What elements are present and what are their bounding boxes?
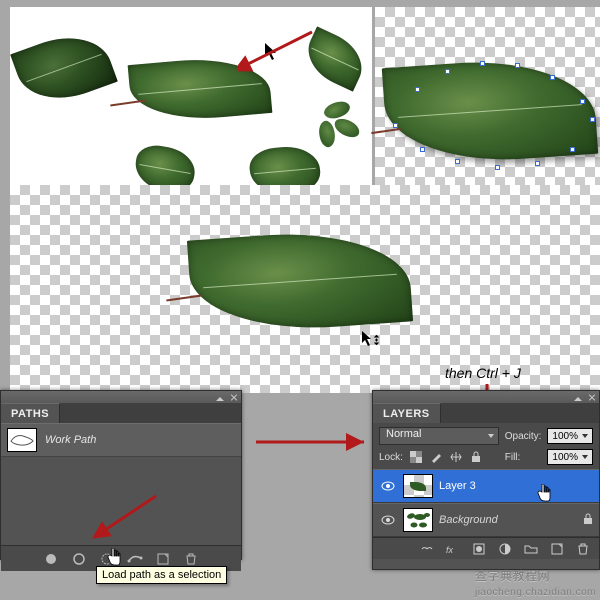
delete-layer-icon[interactable] [575,541,591,557]
leaf-image [299,26,372,91]
path-thumbnail [7,428,37,452]
pen-path-canvas [375,7,600,197]
layers-panнш: fx [373,537,599,559]
path-anchor[interactable] [455,159,460,164]
link-layers-icon[interactable] [419,541,435,557]
adjustment-icon[interactable] [497,541,513,557]
panel-titlebar [1,391,241,403]
path-anchor[interactable] [415,87,420,92]
path-anchor[interactable] [445,69,450,74]
group-icon[interactable] [523,541,539,557]
blend-mode-select[interactable]: Normal [379,427,499,445]
lock-transparency-icon[interactable] [409,450,423,464]
layer-name-label: Layer 3 [439,480,476,492]
close-icon[interactable] [588,393,596,401]
svg-text:fx: fx [446,545,454,555]
panel-tabs: PATHS [1,403,241,423]
chevron-down-icon [582,434,588,438]
leaf-image [187,225,413,336]
delete-path-icon[interactable] [183,551,199,567]
fill-label: Fill: [505,452,542,463]
watermark: 查字典教程网 jiaocheng.chazidian.com [475,567,596,598]
path-anchor[interactable] [570,147,575,152]
close-icon[interactable] [230,393,238,401]
layer-name-label: Background [439,514,498,526]
path-anchor[interactable] [515,63,520,68]
panel-titlebar [373,391,599,403]
path-anchor[interactable] [495,165,500,170]
chevron-down-icon [582,455,588,459]
layer-row-layer3[interactable]: Layer 3 [373,469,599,503]
move-cursor-icon [362,331,380,349]
lock-pixels-icon[interactable] [429,450,443,464]
path-name-label: Work Path [45,434,96,446]
leaf-image [10,23,118,113]
tab-paths[interactable]: PATHS [1,403,60,423]
opacity-input[interactable]: 100% [547,428,593,444]
layers-controls: Normal Opacity: 100% Lock: Fill: 100% [373,423,599,469]
collapse-icon[interactable] [216,393,224,401]
new-layer-icon[interactable] [549,541,565,557]
layers-panel: LAYERS Normal Opacity: 100% Lock: Fill: … [372,390,600,570]
path-anchor[interactable] [393,123,398,128]
visibility-toggle[interactable] [379,515,397,525]
leaf-image [128,53,273,125]
result-canvas [10,185,600,393]
leaf-image [382,54,598,168]
layers-list: Layer 3 Background [373,469,599,537]
path-anchor[interactable] [580,99,585,104]
opacity-label: Opacity: [505,431,542,442]
lock-icon [583,513,593,528]
path-anchor[interactable] [535,161,540,166]
leaf-image [310,102,366,158]
chevron-down-icon [488,434,494,438]
annotation-arrow [252,430,372,454]
fill-path-icon[interactable] [43,551,59,567]
paths-panel: PATHS Work Path [0,390,242,560]
lock-all-icon[interactable] [469,450,483,464]
path-anchor[interactable] [590,117,595,122]
collapse-icon[interactable] [574,393,582,401]
panel-tabs: LAYERS [373,403,599,423]
source-canvas [10,7,372,185]
leaf-stem [371,128,401,134]
layer-row-background[interactable]: Background [373,503,599,537]
path-anchor[interactable] [550,75,555,80]
lock-label: Lock: [379,452,403,463]
tab-layers[interactable]: LAYERS [373,403,441,423]
leaf-stem [166,295,202,302]
path-anchor[interactable] [480,61,485,66]
visibility-toggle[interactable] [379,481,397,491]
stroke-path-icon[interactable] [71,551,87,567]
blend-mode-value: Normal [386,428,421,440]
layer-thumbnail [403,474,433,498]
mask-icon[interactable] [471,541,487,557]
path-anchor[interactable] [420,147,425,152]
load-selection-icon[interactable] [99,551,115,567]
fill-input[interactable]: 100% [547,449,593,465]
tooltip: Load path as a selection [96,566,227,584]
lock-position-icon[interactable] [449,450,463,464]
pointer-cursor-icon [265,43,279,61]
new-path-icon[interactable] [155,551,171,567]
path-row-work-path[interactable]: Work Path [1,423,241,457]
annotation-text: then Ctrl + J [445,365,521,381]
make-work-path-icon[interactable] [127,551,143,567]
fx-icon[interactable]: fx [445,541,461,557]
layer-thumbnail [403,508,433,532]
